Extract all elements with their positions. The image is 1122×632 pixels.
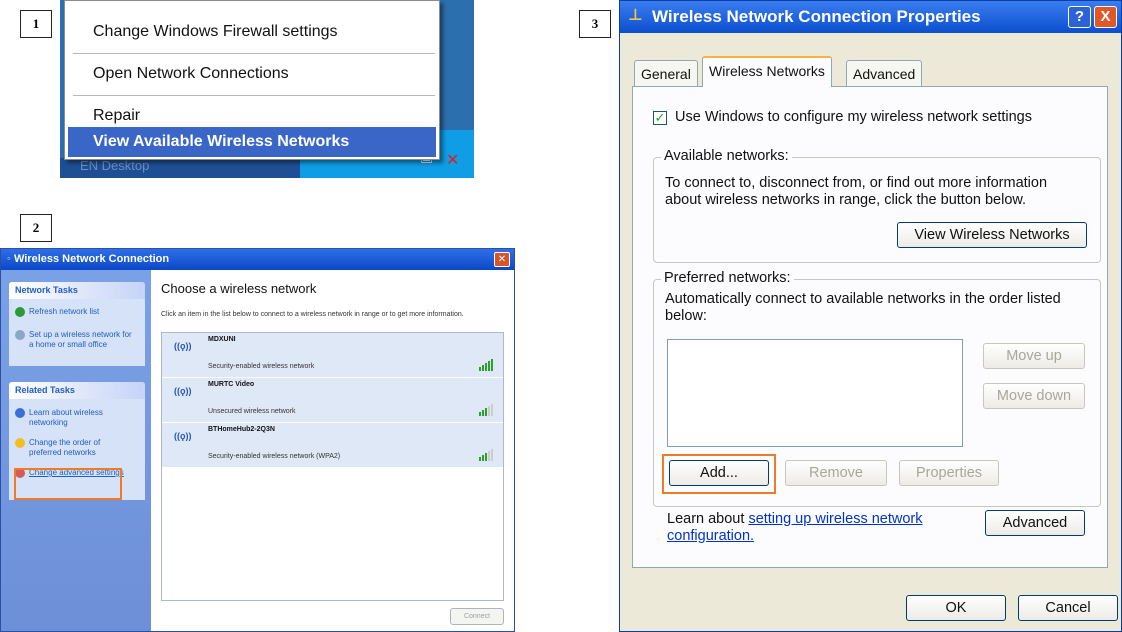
- remove-button[interactable]: Remove: [785, 460, 887, 486]
- network-tasks-group: Network Tasks Refresh network list Set u…: [9, 282, 145, 366]
- wireless-antenna-icon: ((ϙ)): [174, 431, 192, 441]
- tab-wireless-networks[interactable]: Wireless Networks: [702, 56, 832, 87]
- network-connection-icon: ⊥: [628, 7, 643, 24]
- menu-item-repair[interactable]: Repair: [93, 107, 140, 125]
- setup-network-icon: [15, 330, 25, 340]
- disconnected-x-icon: ✕: [446, 152, 460, 169]
- wireless-antenna-icon: ((ϙ)): [174, 341, 192, 351]
- menu-separator: [73, 95, 435, 96]
- network-item[interactable]: ((ϙ)) MDXUNI Security-enabled wireless n…: [162, 333, 503, 377]
- network-security: Security-enabled wireless network (WPA2): [208, 453, 341, 460]
- refresh-icon: [15, 307, 25, 317]
- wireless-networks-page: ✓ Use Windows to configure my wireless n…: [632, 86, 1108, 568]
- ok-button[interactable]: OK: [906, 595, 1006, 621]
- menu-separator: [73, 53, 435, 54]
- move-up-button[interactable]: Move up: [983, 343, 1085, 369]
- view-wireless-networks-button[interactable]: View Wireless Networks: [897, 222, 1087, 248]
- network-item[interactable]: ((ϙ)) MURTC Video Unsecured wireless net…: [162, 378, 503, 422]
- use-windows-checkbox[interactable]: ✓: [653, 111, 667, 125]
- learn-about-text: Learn about setting up wireless network …: [667, 511, 923, 544]
- network-security: Unsecured wireless network: [208, 408, 296, 415]
- step-label-3: 3: [579, 10, 611, 38]
- available-networks-legend: Available networks:: [661, 148, 792, 164]
- step-label-2: 2: [20, 214, 52, 242]
- highlight-change-advanced: [14, 468, 122, 500]
- tab-advanced[interactable]: Advanced: [846, 60, 923, 86]
- tab-general[interactable]: General: [634, 60, 698, 86]
- signal-strength-icon: [479, 404, 493, 416]
- choose-network-heading: Choose a wireless network: [161, 281, 317, 296]
- menu-item-firewall[interactable]: Change Windows Firewall settings: [93, 23, 338, 41]
- connect-button[interactable]: Connect: [450, 608, 504, 625]
- wireless-antenna-icon: ((ϙ)): [174, 386, 192, 396]
- context-menu: Change Windows Firewall settings Open Ne…: [64, 0, 440, 160]
- network-name: MDXUNI: [208, 336, 236, 343]
- task-refresh-list[interactable]: Refresh network list: [15, 307, 99, 317]
- properties-button[interactable]: Properties: [899, 460, 999, 486]
- signal-strength-icon: [479, 449, 493, 461]
- properties-dialog: ⊥ Wireless Network Connection Properties…: [619, 0, 1122, 632]
- signal-strength-icon: [479, 359, 493, 371]
- step-label-1: 1: [20, 10, 52, 38]
- network-list-area: Choose a wireless network Click an item …: [151, 270, 514, 631]
- task-learn-wireless[interactable]: Learn about wireless networking: [15, 408, 125, 428]
- menu-item-view-wireless[interactable]: View Available Wireless Networks: [68, 127, 436, 157]
- move-down-button[interactable]: Move down: [983, 383, 1085, 409]
- preferred-networks-legend: Preferred networks:: [661, 270, 794, 286]
- network-name: BTHomeHub2-2Q3N: [208, 426, 275, 433]
- use-windows-label: Use Windows to configure my wireless net…: [675, 109, 1032, 125]
- network-item[interactable]: ((ϙ)) BTHomeHub2-2Q3N Security-enabled w…: [162, 423, 503, 467]
- task-sidebar: Network Tasks Refresh network list Set u…: [1, 270, 151, 631]
- info-icon: [15, 408, 25, 418]
- network-security: Security-enabled wireless network: [208, 363, 315, 370]
- cancel-button[interactable]: Cancel: [1018, 595, 1118, 621]
- task-setup-network[interactable]: Set up a wireless network for a home or …: [15, 330, 137, 350]
- network-name: MURTC Video: [208, 381, 255, 388]
- window-title: Wireless Network Connection: [13, 253, 170, 265]
- network-tasks-header: Network Tasks: [9, 282, 145, 299]
- wifi-icon: ◦: [7, 253, 11, 265]
- taskbar-text: EN Desktop: [80, 158, 150, 173]
- add-button[interactable]: Add...: [669, 460, 769, 486]
- network-list: ((ϙ)) MDXUNI Security-enabled wireless n…: [161, 332, 504, 601]
- related-tasks-header: Related Tasks: [9, 382, 145, 399]
- window-titlebar: ◦ Wireless Network Connection ✕: [1, 249, 514, 270]
- star-icon: [15, 438, 25, 448]
- close-button[interactable]: X: [1094, 6, 1117, 28]
- tray-context-menu-panel: EN Desktop ▣ ✕ Change Windows Firewall s…: [60, 0, 474, 178]
- help-button[interactable]: ?: [1068, 6, 1091, 28]
- menu-item-open-connections[interactable]: Open Network Connections: [93, 65, 289, 83]
- dialog-title: Wireless Network Connection Properties: [652, 7, 981, 26]
- dialog-titlebar: ⊥ Wireless Network Connection Properties…: [620, 1, 1121, 33]
- instructions-text: Click an item in the list below to conne…: [161, 311, 464, 318]
- close-button[interactable]: ✕: [494, 252, 510, 267]
- preferred-networks-text: Automatically connect to available netwo…: [665, 291, 1061, 324]
- advanced-button[interactable]: Advanced: [985, 510, 1085, 536]
- preferred-networks-list[interactable]: [667, 339, 963, 447]
- available-networks-text: To connect to, disconnect from, or find …: [665, 175, 1048, 208]
- task-change-order[interactable]: Change the order of preferred networks: [15, 438, 125, 458]
- wireless-connection-window: ◦ Wireless Network Connection ✕ Network …: [0, 248, 515, 632]
